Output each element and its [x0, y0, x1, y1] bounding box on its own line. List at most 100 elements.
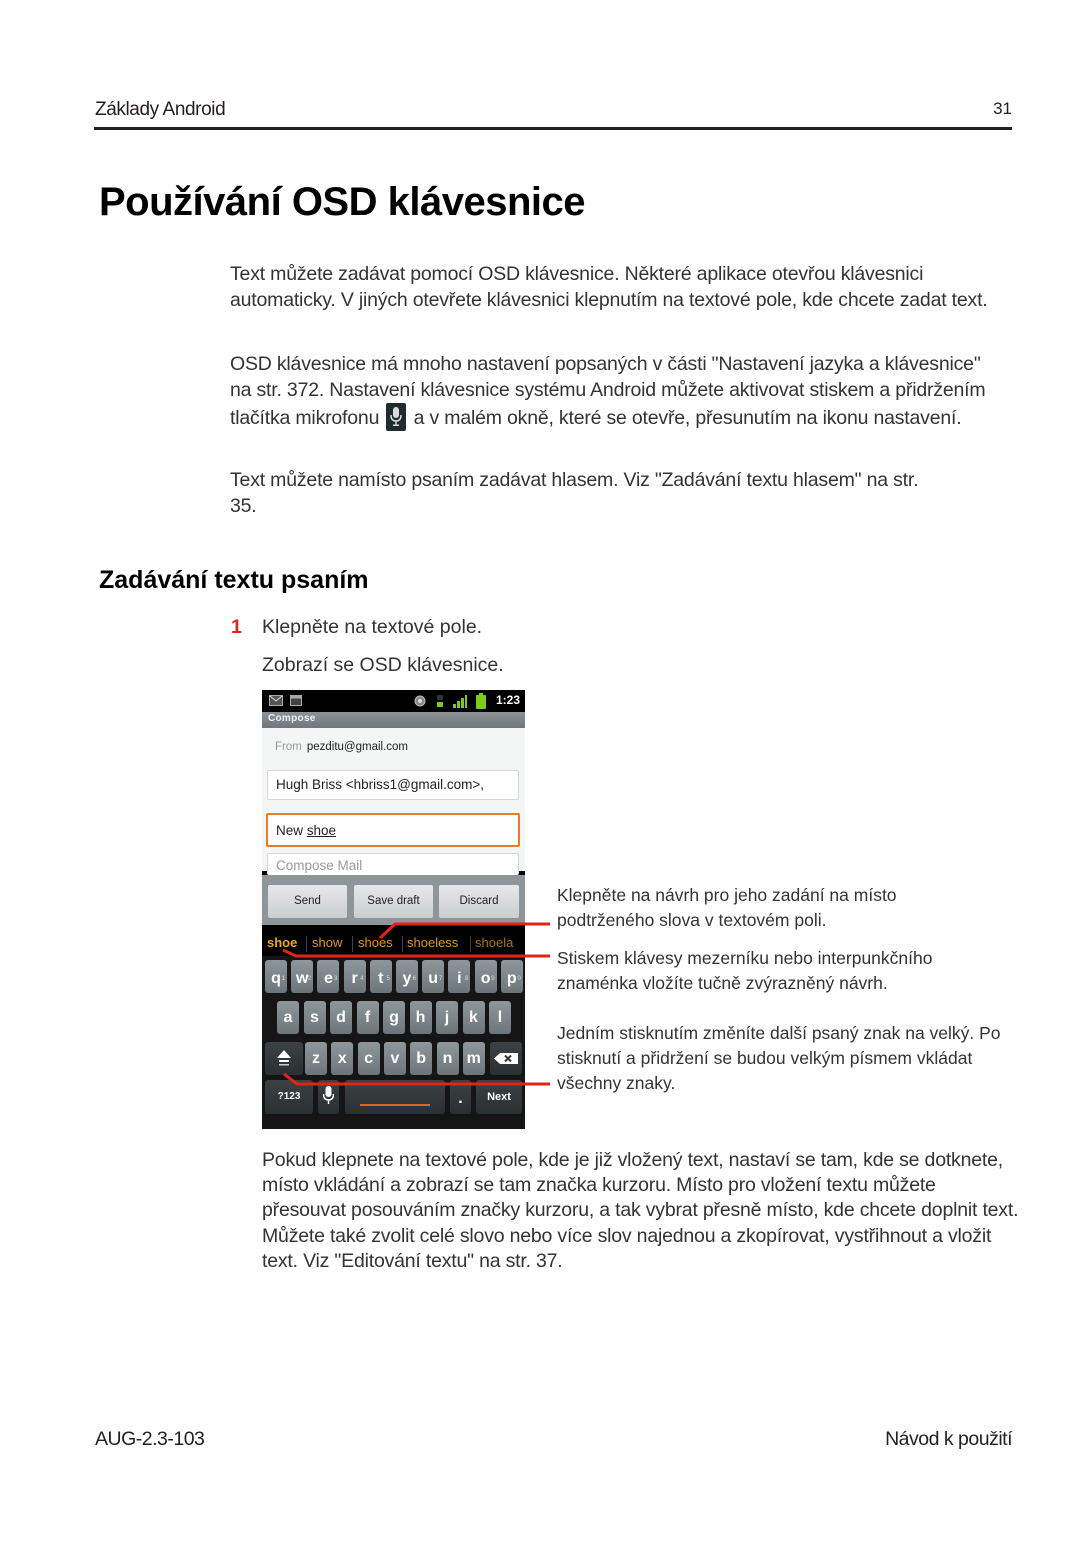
from-row: From pezditu@gmail.com [275, 741, 408, 753]
key-b[interactable]: b [410, 1042, 433, 1075]
key-label: r [351, 970, 358, 987]
callout-lines [282, 922, 550, 1086]
key-s[interactable]: s [303, 1001, 326, 1034]
gmail-icon [269, 695, 283, 706]
key-o[interactable]: 9o [474, 960, 497, 993]
step-number: 1 [231, 616, 242, 638]
key-hint: 4 [360, 976, 364, 982]
key-j[interactable]: j [436, 1001, 458, 1034]
suggestion-item[interactable]: shoe [267, 935, 297, 950]
intro-paragraph-3: Text můžete namísto psaním zadávat hlase… [230, 469, 919, 517]
key-d[interactable]: d [330, 1001, 352, 1034]
send-button[interactable]: Send [268, 885, 347, 918]
suggestion-item[interactable]: shoes [358, 935, 393, 950]
suggestion-separator [470, 936, 471, 952]
status-bar: 1:23 [262, 690, 525, 712]
save-draft-button[interactable]: Save draft [354, 885, 433, 918]
footer-document-code: AUG-2.3-103 [95, 1428, 205, 1450]
header-rule [94, 127, 1012, 130]
compose-body-field[interactable]: Compose Mail [267, 853, 519, 875]
key-label: e [323, 970, 333, 987]
key-h[interactable]: h [409, 1001, 432, 1034]
discard-button[interactable]: Discard [439, 885, 519, 918]
backspace-key[interactable] [490, 1042, 522, 1075]
key-y[interactable]: 6y [396, 960, 418, 993]
key-z[interactable]: z [305, 1042, 327, 1075]
to-field[interactable]: Hugh Briss <hbriss1@gmail.com>, [267, 770, 519, 800]
key-hint: 3 [334, 976, 338, 982]
key-m[interactable]: m [462, 1042, 485, 1075]
key-label: w [295, 970, 309, 987]
app-title-bar: Compose [262, 712, 525, 728]
intro-paragraph-2-text-b: a v malém okně, které se otevře, přesunu… [413, 407, 962, 429]
intro-paragraph-1: Text můžete zadávat pomocí OSD klávesnic… [230, 263, 988, 311]
key-hint: 5 [386, 976, 390, 982]
key-w[interactable]: 2w [291, 960, 314, 993]
key-hint: 7 [438, 976, 443, 982]
space-key[interactable] [345, 1080, 445, 1114]
suggestion-separator [352, 936, 353, 952]
key-g[interactable]: g [383, 1001, 405, 1034]
suggestion-item[interactable]: show [312, 935, 342, 950]
key-label: o [480, 970, 491, 987]
section-title: Zadávání textu psaním [99, 566, 369, 594]
calendar-icon [290, 695, 302, 706]
key-t[interactable]: 5t [369, 960, 392, 993]
suggestion-separator [306, 936, 307, 952]
subject-field[interactable]: New shoe [266, 813, 520, 847]
microphone-key[interactable] [318, 1080, 339, 1114]
battery-icon [476, 693, 486, 709]
key-e[interactable]: 3e [317, 960, 340, 993]
callout-suggestion-text: Klepněte na návrh pro jeho zadání na mís… [557, 885, 897, 930]
phone-screenshot: 1:23 Compose From pezditu@gmail.com Hugh … [262, 690, 525, 1129]
step-instruction: Klepněte na textové pole. [262, 616, 483, 638]
key-q[interactable]: 1q [265, 960, 287, 993]
backspace-icon [494, 1053, 518, 1064]
key-hint: 8 [465, 976, 469, 982]
subject-underlined-word: shoe [306, 823, 337, 838]
key-v[interactable]: v [383, 1042, 406, 1075]
key-hint: 6 [412, 976, 416, 982]
microphone-icon [386, 403, 407, 431]
key-n[interactable]: n [436, 1042, 459, 1075]
status-time: 1:23 [495, 693, 520, 707]
key-r[interactable]: 4r [343, 960, 366, 993]
suggestion-item[interactable]: shoeless [407, 935, 458, 950]
key-u[interactable]: 7u [422, 960, 445, 993]
footer-manual-title: Návod k použití [885, 1428, 1012, 1450]
key-label: p [506, 970, 517, 987]
callout-bold-suggestion-text: Stiskem klávesy mezerníku nebo interpunk… [557, 948, 933, 993]
symbols-key[interactable]: ?123 [265, 1080, 313, 1114]
app-title: Compose [268, 713, 316, 724]
next-key[interactable]: Next [476, 1080, 522, 1114]
key-k[interactable]: k [462, 1001, 485, 1034]
shift-key[interactable] [265, 1042, 303, 1075]
key-hint: 2 [307, 976, 312, 982]
onscreen-keyboard: 1q2w3e4r5t6y7u8i9o0p asdfghjkl zxcvbnm ?… [262, 956, 525, 1129]
running-header-title: Základy Android [95, 99, 226, 120]
key-l[interactable]: l [489, 1001, 511, 1034]
key-x[interactable]: x [331, 1042, 354, 1075]
key-label: y [402, 970, 412, 987]
data-3g-icon [437, 695, 443, 707]
key-label: q [271, 970, 281, 987]
from-label: From [275, 741, 302, 753]
subject-text: New [276, 823, 307, 838]
key-hint: 1 [281, 976, 285, 982]
suggestion-item[interactable]: shoela [475, 935, 513, 950]
key-label: t [378, 970, 384, 987]
shift-arrow-icon [277, 1050, 291, 1066]
key-a[interactable]: a [277, 1001, 299, 1034]
space-bar-indicator [360, 1104, 430, 1106]
signal-icon [453, 695, 467, 708]
step-result: Zobrazí se OSD klávesnice. [262, 654, 504, 676]
key-c[interactable]: c [357, 1042, 380, 1075]
key-hint: 9 [491, 976, 495, 982]
key-i[interactable]: 8i [448, 960, 471, 993]
key-hint: 0 [517, 976, 521, 982]
key-label: i [457, 970, 462, 987]
from-value: pezditu@gmail.com [306, 741, 409, 753]
key-f[interactable]: f [356, 1001, 379, 1034]
key-p[interactable]: 0p [500, 960, 523, 993]
period-key[interactable]: . [450, 1080, 471, 1114]
